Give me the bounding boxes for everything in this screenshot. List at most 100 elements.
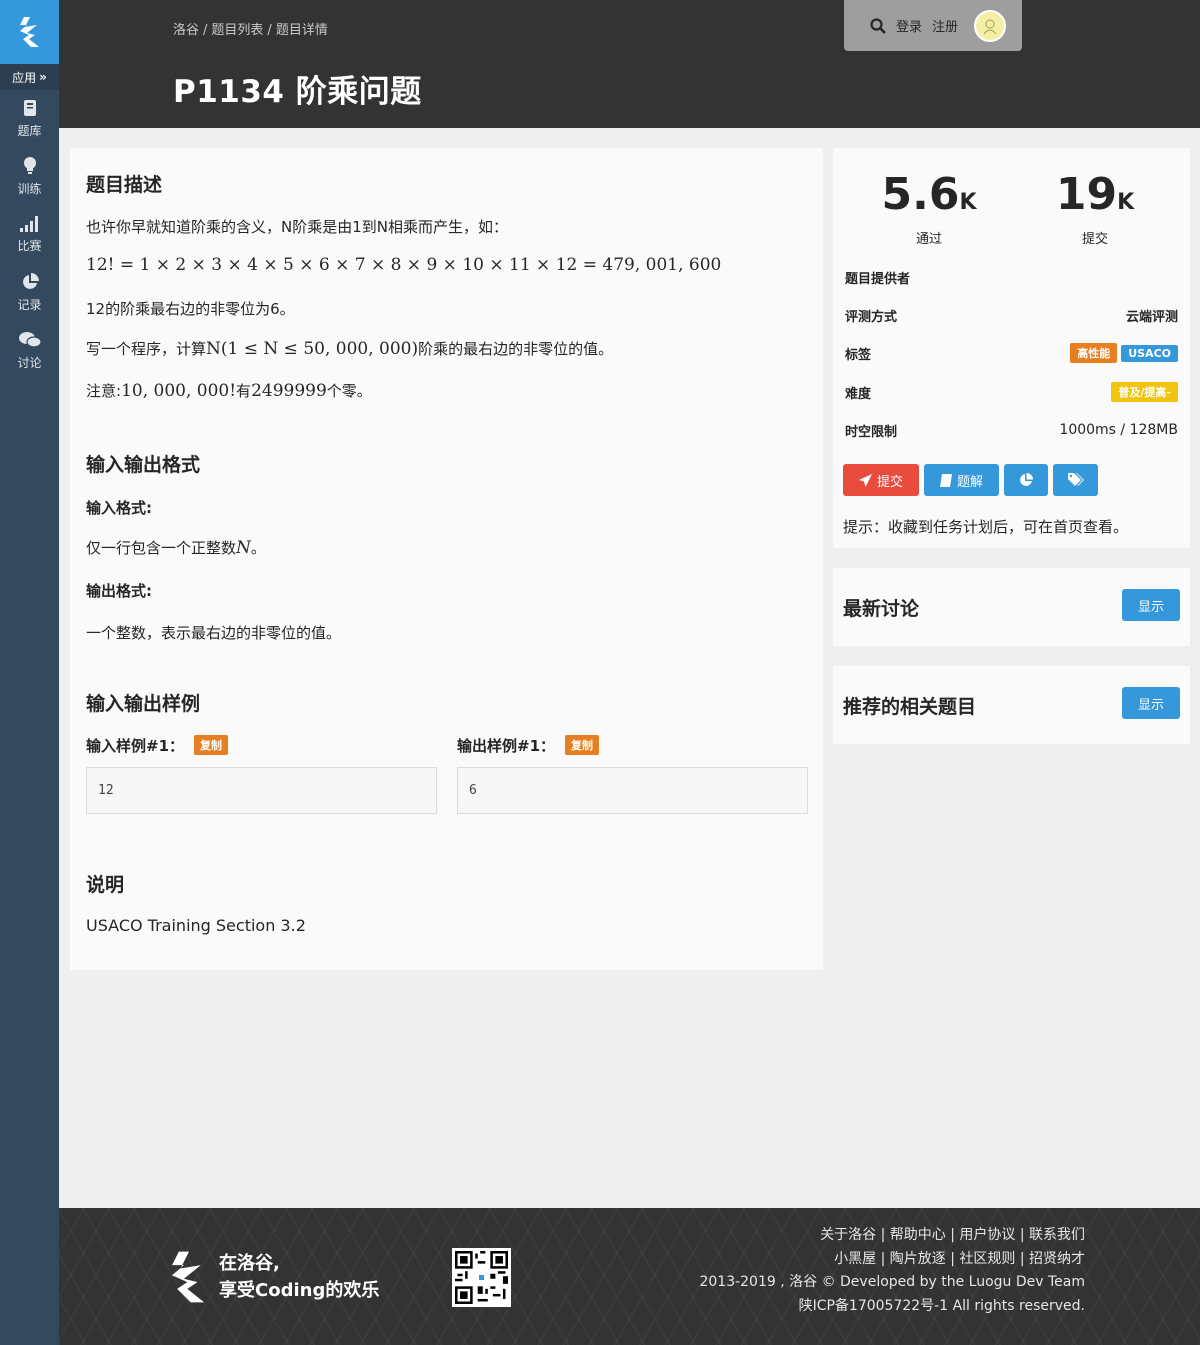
output-format-text: 一个整数，表示最右边的非零位的值。 bbox=[86, 624, 342, 642]
footer: 在洛谷, 享受Coding的欢乐 关于洛谷 | 帮助中心 | 用户协议 | 联系… bbox=[59, 1208, 1200, 1345]
copy-input-button[interactable]: 复制 bbox=[194, 735, 229, 755]
page-title: P1134 阶乘问题 bbox=[173, 74, 422, 110]
limit-label: 时空限制 bbox=[845, 424, 898, 440]
sidebar: 应用 » 题库 训练 比赛 记录 讨论 bbox=[0, 0, 59, 1345]
description-paragraph: 12的阶乘最右边的非零位为6。 bbox=[86, 300, 295, 318]
text: 。 bbox=[250, 539, 266, 557]
copy-output-button[interactable]: 复制 bbox=[565, 735, 600, 755]
text: 写一个程序，计算 bbox=[86, 340, 207, 358]
text: 有 bbox=[236, 382, 252, 400]
note-title: 说明 bbox=[86, 874, 125, 896]
sample-output-label: 输出样例#1： bbox=[457, 737, 556, 755]
sidebar-item-problems[interactable]: 题库 bbox=[0, 90, 59, 148]
note-text: USACO Training Section 3.2 bbox=[86, 916, 306, 935]
breadcrumb-problem-list[interactable]: 题目列表 bbox=[211, 23, 263, 38]
passed-count: 5.6K bbox=[859, 170, 999, 228]
tag-badge[interactable]: 高性能 bbox=[1070, 343, 1118, 363]
sidebar-item-label: 题库 bbox=[17, 123, 42, 138]
passed-unit: K bbox=[959, 190, 977, 215]
tag-badge[interactable]: USACO bbox=[1121, 345, 1178, 362]
limit-value: 1000ms / 128MB bbox=[1059, 422, 1178, 438]
passed-label: 通过 bbox=[915, 232, 942, 247]
sample-output-box[interactable]: 6 bbox=[457, 767, 808, 814]
footer-link-line[interactable]: 关于洛谷 | 帮助中心 | 用户协议 | 联系我们 bbox=[699, 1224, 1085, 1248]
breadcrumb-home[interactable]: 洛谷 bbox=[173, 23, 199, 38]
sample-input-label: 输入样例#1： bbox=[86, 737, 185, 755]
footer-link-line[interactable]: 小黑屋 | 陶片放逐 | 社区规则 | 招贤纳才 bbox=[699, 1248, 1085, 1272]
action-buttons: 提交 题解 bbox=[843, 464, 1098, 496]
factorial-formula: 12! = 1 × 2 × 3 × 4 × 5 × 6 × 7 × 8 × 9 … bbox=[86, 255, 722, 275]
lightbulb-icon bbox=[23, 157, 36, 174]
samples-title: 输入输出样例 bbox=[86, 693, 201, 715]
sidebar-item-label: 训练 bbox=[17, 182, 42, 196]
submitted-value: 19 bbox=[1055, 169, 1118, 220]
breadcrumb-current: 题目详情 bbox=[275, 23, 328, 38]
breadcrumb: 洛谷 / 题目列表 / 题目详情 bbox=[173, 19, 328, 38]
statistics-button[interactable] bbox=[1004, 464, 1048, 496]
description-title: 题目描述 bbox=[86, 174, 163, 196]
math-value: 10, 000, 000! bbox=[121, 381, 237, 401]
luogu-logo[interactable] bbox=[0, 0, 59, 64]
tags-row: 标签 高性能 USACO bbox=[845, 343, 1178, 363]
footer-links: 关于洛谷 | 帮助中心 | 用户协议 | 联系我们 小黑屋 | 陶片放逐 | 社… bbox=[699, 1224, 1085, 1318]
recommend-title: 推荐的相关题目 bbox=[843, 696, 977, 718]
sidebar-item-contests[interactable]: 比赛 bbox=[0, 206, 59, 264]
submitted-count: 19K bbox=[1025, 170, 1165, 228]
sidebar-item-label: 讨论 bbox=[17, 355, 42, 370]
io-format-title: 输入输出格式 bbox=[86, 454, 201, 476]
solution-button[interactable]: 题解 bbox=[924, 464, 999, 496]
avatar[interactable] bbox=[974, 9, 1007, 42]
header: 洛谷 / 题目列表 / 题目详情 P1134 阶乘问题 登录 注册 bbox=[59, 0, 1200, 128]
login-link[interactable]: 登录 bbox=[896, 16, 922, 35]
passed-value: 5.6 bbox=[881, 169, 960, 220]
comments-icon bbox=[18, 331, 41, 348]
tags-button[interactable] bbox=[1053, 464, 1098, 496]
icp-record: 陕ICP备17005722号-1 All rights reserved. bbox=[798, 1297, 1085, 1314]
apps-toggle[interactable]: 应用 » bbox=[0, 64, 59, 90]
sample-output-title: 输出样例#1： 复制 bbox=[457, 735, 600, 756]
stats: 5.6K 通过 19K 提交 bbox=[833, 170, 1190, 248]
slogan-line: 在洛谷, bbox=[219, 1253, 280, 1274]
qr-code bbox=[452, 1248, 511, 1307]
sidebar-item-training[interactable]: 训练 bbox=[0, 148, 59, 206]
discussions-title: 最新讨论 bbox=[843, 598, 920, 620]
book-icon bbox=[23, 99, 36, 116]
judge-label: 评测方式 bbox=[845, 309, 898, 325]
provider-label: 题目提供者 bbox=[845, 271, 911, 287]
tags-list: 高性能 USACO bbox=[1066, 343, 1178, 363]
footer-slogan: 在洛谷, 享受Coding的欢乐 bbox=[219, 1250, 379, 1304]
description-paragraph: 写一个程序，计算N(1 ≤ N ≤ 50, 000, 000)阶乘的最右边的非零… bbox=[86, 338, 613, 359]
submitted-unit: K bbox=[1117, 190, 1135, 215]
register-link[interactable]: 注册 bbox=[932, 16, 958, 35]
sidebar-item-label: 比赛 bbox=[17, 239, 42, 253]
input-format-title: 输入格式: bbox=[86, 499, 152, 517]
show-discussions-button[interactable]: 显示 bbox=[1122, 589, 1180, 621]
sidebar-item-label: 记录 bbox=[17, 298, 42, 312]
problem-info-card: 5.6K 通过 19K 提交 题目提供者 评测方式 云端评测 标签 高性能 USA… bbox=[833, 148, 1190, 548]
breadcrumb-sep: / bbox=[267, 23, 272, 38]
luogu-logo-icon bbox=[172, 1251, 205, 1303]
sidebar-item-records[interactable]: 记录 bbox=[0, 264, 59, 322]
slogan-line: 享受Coding的欢乐 bbox=[219, 1280, 380, 1301]
description-paragraph: 注意:10, 000, 000!有2499999个零。 bbox=[86, 380, 372, 401]
text: 仅一行包含一个正整数 bbox=[86, 539, 237, 557]
show-recommend-button[interactable]: 显示 bbox=[1122, 687, 1180, 719]
judge-value: 云端评测 bbox=[1125, 309, 1178, 325]
submitted-stat: 19K 提交 bbox=[1025, 170, 1165, 248]
output-format-title: 输出格式: bbox=[86, 582, 152, 600]
copyright: 2013-2019 , 洛谷 © Developed by the Luogu … bbox=[699, 1274, 1085, 1290]
difficulty-badge: 普及/提高- bbox=[1111, 382, 1178, 402]
submit-button[interactable]: 提交 bbox=[843, 464, 919, 496]
search-icon[interactable] bbox=[870, 17, 886, 34]
sample-input-box[interactable]: 12 bbox=[86, 767, 437, 814]
double-chevron-right-icon: » bbox=[39, 70, 47, 84]
provider-row: 题目提供者 bbox=[845, 267, 1178, 287]
sidebar-item-discuss[interactable]: 讨论 bbox=[0, 322, 59, 380]
description-paragraph: 也许你早就知道阶乘的含义，N阶乘是由1到N相乘而产生，如： bbox=[86, 218, 508, 236]
judge-row: 评测方式 云端评测 bbox=[845, 305, 1178, 325]
solution-label: 题解 bbox=[956, 474, 983, 490]
recommend-panel: 推荐的相关题目 显示 bbox=[833, 666, 1190, 744]
difficulty-row: 难度 普及/提高- bbox=[845, 382, 1178, 402]
avatar-icon bbox=[983, 19, 997, 34]
math-range: N(1 ≤ N ≤ 50, 000, 000) bbox=[206, 339, 419, 359]
